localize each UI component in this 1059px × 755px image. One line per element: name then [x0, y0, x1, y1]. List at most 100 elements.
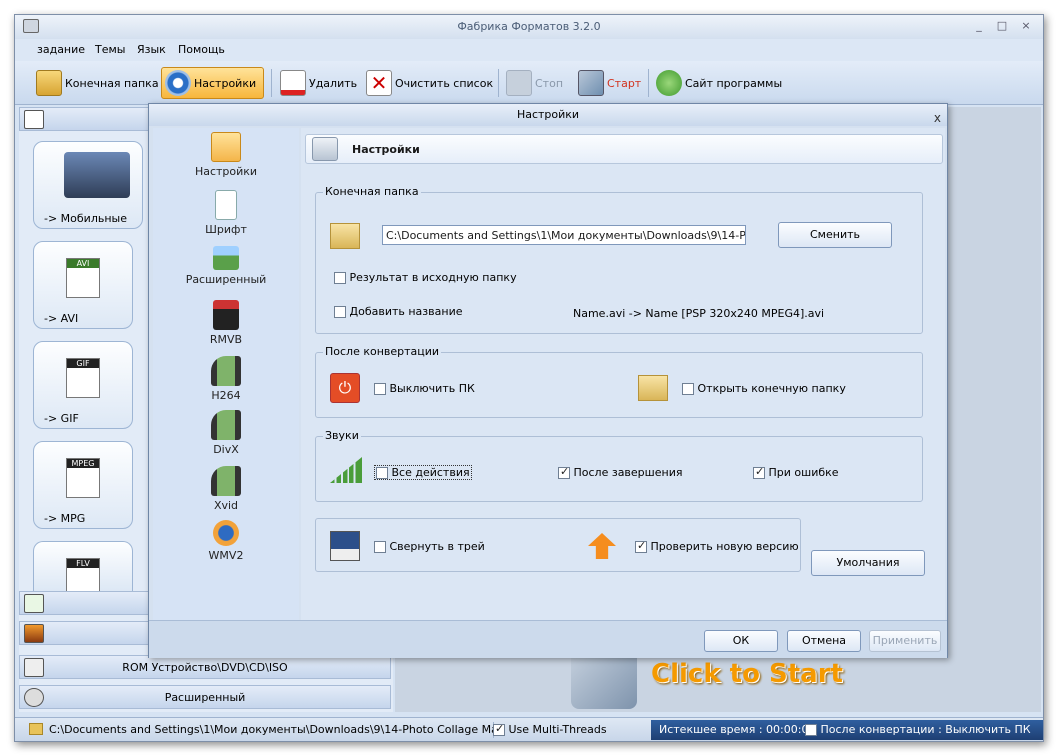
website-button[interactable]: Сайт программы [653, 67, 785, 99]
format-tile-avi[interactable]: AVI -> AVI [33, 241, 133, 329]
nav-xvid-label: Xvid [213, 499, 239, 512]
settings-button[interactable]: Настройки [161, 67, 264, 99]
after-finish-option[interactable]: После завершения [558, 465, 682, 479]
power-icon: ⏻ [330, 373, 360, 403]
delete-button[interactable]: Удалить [277, 67, 360, 99]
start-icon [578, 70, 604, 96]
format-tile-mpg[interactable]: MPEG -> MPG [33, 441, 133, 529]
add-name-option[interactable]: Добавить название [334, 305, 462, 318]
all-actions-checkbox[interactable] [376, 467, 388, 479]
after-convert-checkbox[interactable] [805, 724, 817, 736]
tray-window-icon [330, 531, 360, 561]
menu-help[interactable]: Помощь [178, 43, 225, 56]
nav-rmvb-label: RMVB [209, 333, 243, 346]
multi-threads-checkbox[interactable] [493, 722, 505, 736]
all-actions-option[interactable]: Все действия [374, 465, 472, 480]
nav-settings[interactable]: Настройки [153, 132, 299, 178]
nav-divx-label: DivX [213, 443, 239, 456]
check-update-label: Проверить новую версию [650, 540, 799, 553]
after-convert-option[interactable]: После конвертации : Выключить ПК [805, 723, 1031, 736]
check-update-checkbox[interactable] [635, 539, 647, 553]
after-convert-label: После конвертации : Выключить ПК [820, 723, 1031, 736]
nav-settings-label: Настройки [194, 165, 258, 178]
same-folder-label: Результат в исходную папку [349, 271, 517, 284]
settings-camera-icon [312, 137, 338, 161]
format-tile-gif[interactable]: GIF -> GIF [33, 341, 133, 429]
nav-xvid[interactable]: Xvid [153, 466, 299, 512]
check-update-option[interactable]: Проверить новую версию [635, 539, 799, 553]
nav-font[interactable]: Шрифт [153, 190, 299, 236]
nav-advanced[interactable]: Расширенный [153, 246, 299, 286]
cancel-button[interactable]: Отмена [787, 630, 861, 652]
on-error-label: При ошибке [768, 466, 839, 479]
menu-task[interactable]: задание [37, 43, 85, 56]
same-folder-checkbox[interactable] [334, 272, 346, 284]
dialog-close-button[interactable]: x [934, 107, 941, 129]
music-icon [24, 594, 44, 613]
output-path-field[interactable]: C:\Documents and Settings\1\Мои документ… [382, 225, 746, 245]
same-folder-option[interactable]: Результат в исходную папку [334, 271, 517, 284]
gif-badge: GIF [67, 359, 99, 368]
close-button[interactable]: × [1017, 18, 1035, 34]
menu-language[interactable]: Язык [137, 43, 166, 56]
maximize-button[interactable]: □ [993, 18, 1011, 34]
picture-icon [24, 624, 44, 643]
defaults-button[interactable]: Умолчания [811, 550, 925, 576]
output-folder-button[interactable]: Конечная папка [33, 67, 162, 99]
folder-icon [29, 723, 43, 735]
mobile-devices-icon [64, 152, 130, 198]
on-error-option[interactable]: При ошибке [753, 465, 839, 479]
open-folder-label: Открыть конечную папку [697, 382, 846, 395]
website-label: Сайт программы [685, 76, 783, 90]
settings-camera-icon [211, 132, 241, 162]
minimize-tray-checkbox[interactable] [374, 541, 386, 553]
status-bar: C:\Documents and Settings\1\Мои документ… [15, 717, 1043, 741]
change-folder-button[interactable]: Сменить [778, 222, 892, 248]
category-advanced[interactable]: Расширенный [19, 685, 391, 709]
stop-button[interactable]: Стоп [503, 67, 566, 99]
on-error-checkbox[interactable] [753, 465, 765, 479]
toolbar-separator [271, 69, 272, 97]
menu-themes[interactable]: Темы [95, 43, 125, 56]
stop-label: Стоп [535, 76, 564, 90]
settings-content: Настройки Конечная папка C:\Documents an… [301, 128, 945, 620]
after-conversion-group-title: После конвертации [323, 345, 442, 358]
category-rom[interactable]: ROM Устройство\DVD\CD\ISO [19, 655, 391, 679]
after-conversion-group: После конвертации ⏻ Выключить ПК Открыть… [315, 345, 923, 418]
landscape-icon [213, 246, 239, 270]
menu-bar: задание Темы Язык Помощь [15, 39, 1043, 61]
open-folder-option[interactable]: Открыть конечную папку [682, 382, 846, 395]
shutdown-label: Выключить ПК [389, 382, 475, 395]
nav-divx[interactable]: DivX [153, 410, 299, 456]
film-icon [24, 110, 44, 129]
multi-threads-option[interactable]: Use Multi-Threads [493, 722, 607, 736]
title-bar: Фабрика Форматов 3.2.0 _ □ × [15, 15, 1043, 39]
clear-list-button[interactable]: ✕ Очистить список [363, 67, 496, 99]
after-finish-checkbox[interactable] [558, 465, 570, 479]
minimize-button[interactable]: _ [970, 18, 988, 34]
stop-icon [506, 70, 532, 96]
format-tile-mobile[interactable]: -> Мобильные [33, 141, 143, 229]
toolbar-separator [498, 69, 499, 97]
apply-button[interactable]: Применить [869, 630, 941, 652]
add-name-checkbox[interactable] [334, 306, 346, 318]
mpeg-badge: MPEG [67, 459, 99, 468]
nav-h264[interactable]: H264 [153, 356, 299, 402]
settings-header: Настройки [305, 134, 943, 164]
clear-list-label: Очистить список [395, 76, 494, 90]
nav-wmv2[interactable]: WMV2 [153, 520, 299, 562]
reels-icon [24, 688, 44, 707]
format-tile-flv[interactable]: FLV [33, 541, 133, 592]
sounds-group-title: Звуки [323, 429, 361, 442]
start-button[interactable]: Старт [575, 67, 644, 99]
update-arrow-icon [588, 533, 616, 559]
shutdown-option[interactable]: Выключить ПК [374, 382, 475, 395]
nav-wmv2-label: WMV2 [208, 549, 244, 562]
nav-rmvb[interactable]: RMVB [153, 300, 299, 346]
click-to-start-banner[interactable]: Click to Start [651, 659, 843, 689]
minimize-tray-option[interactable]: Свернуть в трей [374, 540, 485, 553]
shutdown-checkbox[interactable] [374, 383, 386, 395]
output-folder-label: Конечная папка [65, 76, 159, 90]
ok-button[interactable]: ОК [704, 630, 778, 652]
open-folder-checkbox[interactable] [682, 383, 694, 395]
